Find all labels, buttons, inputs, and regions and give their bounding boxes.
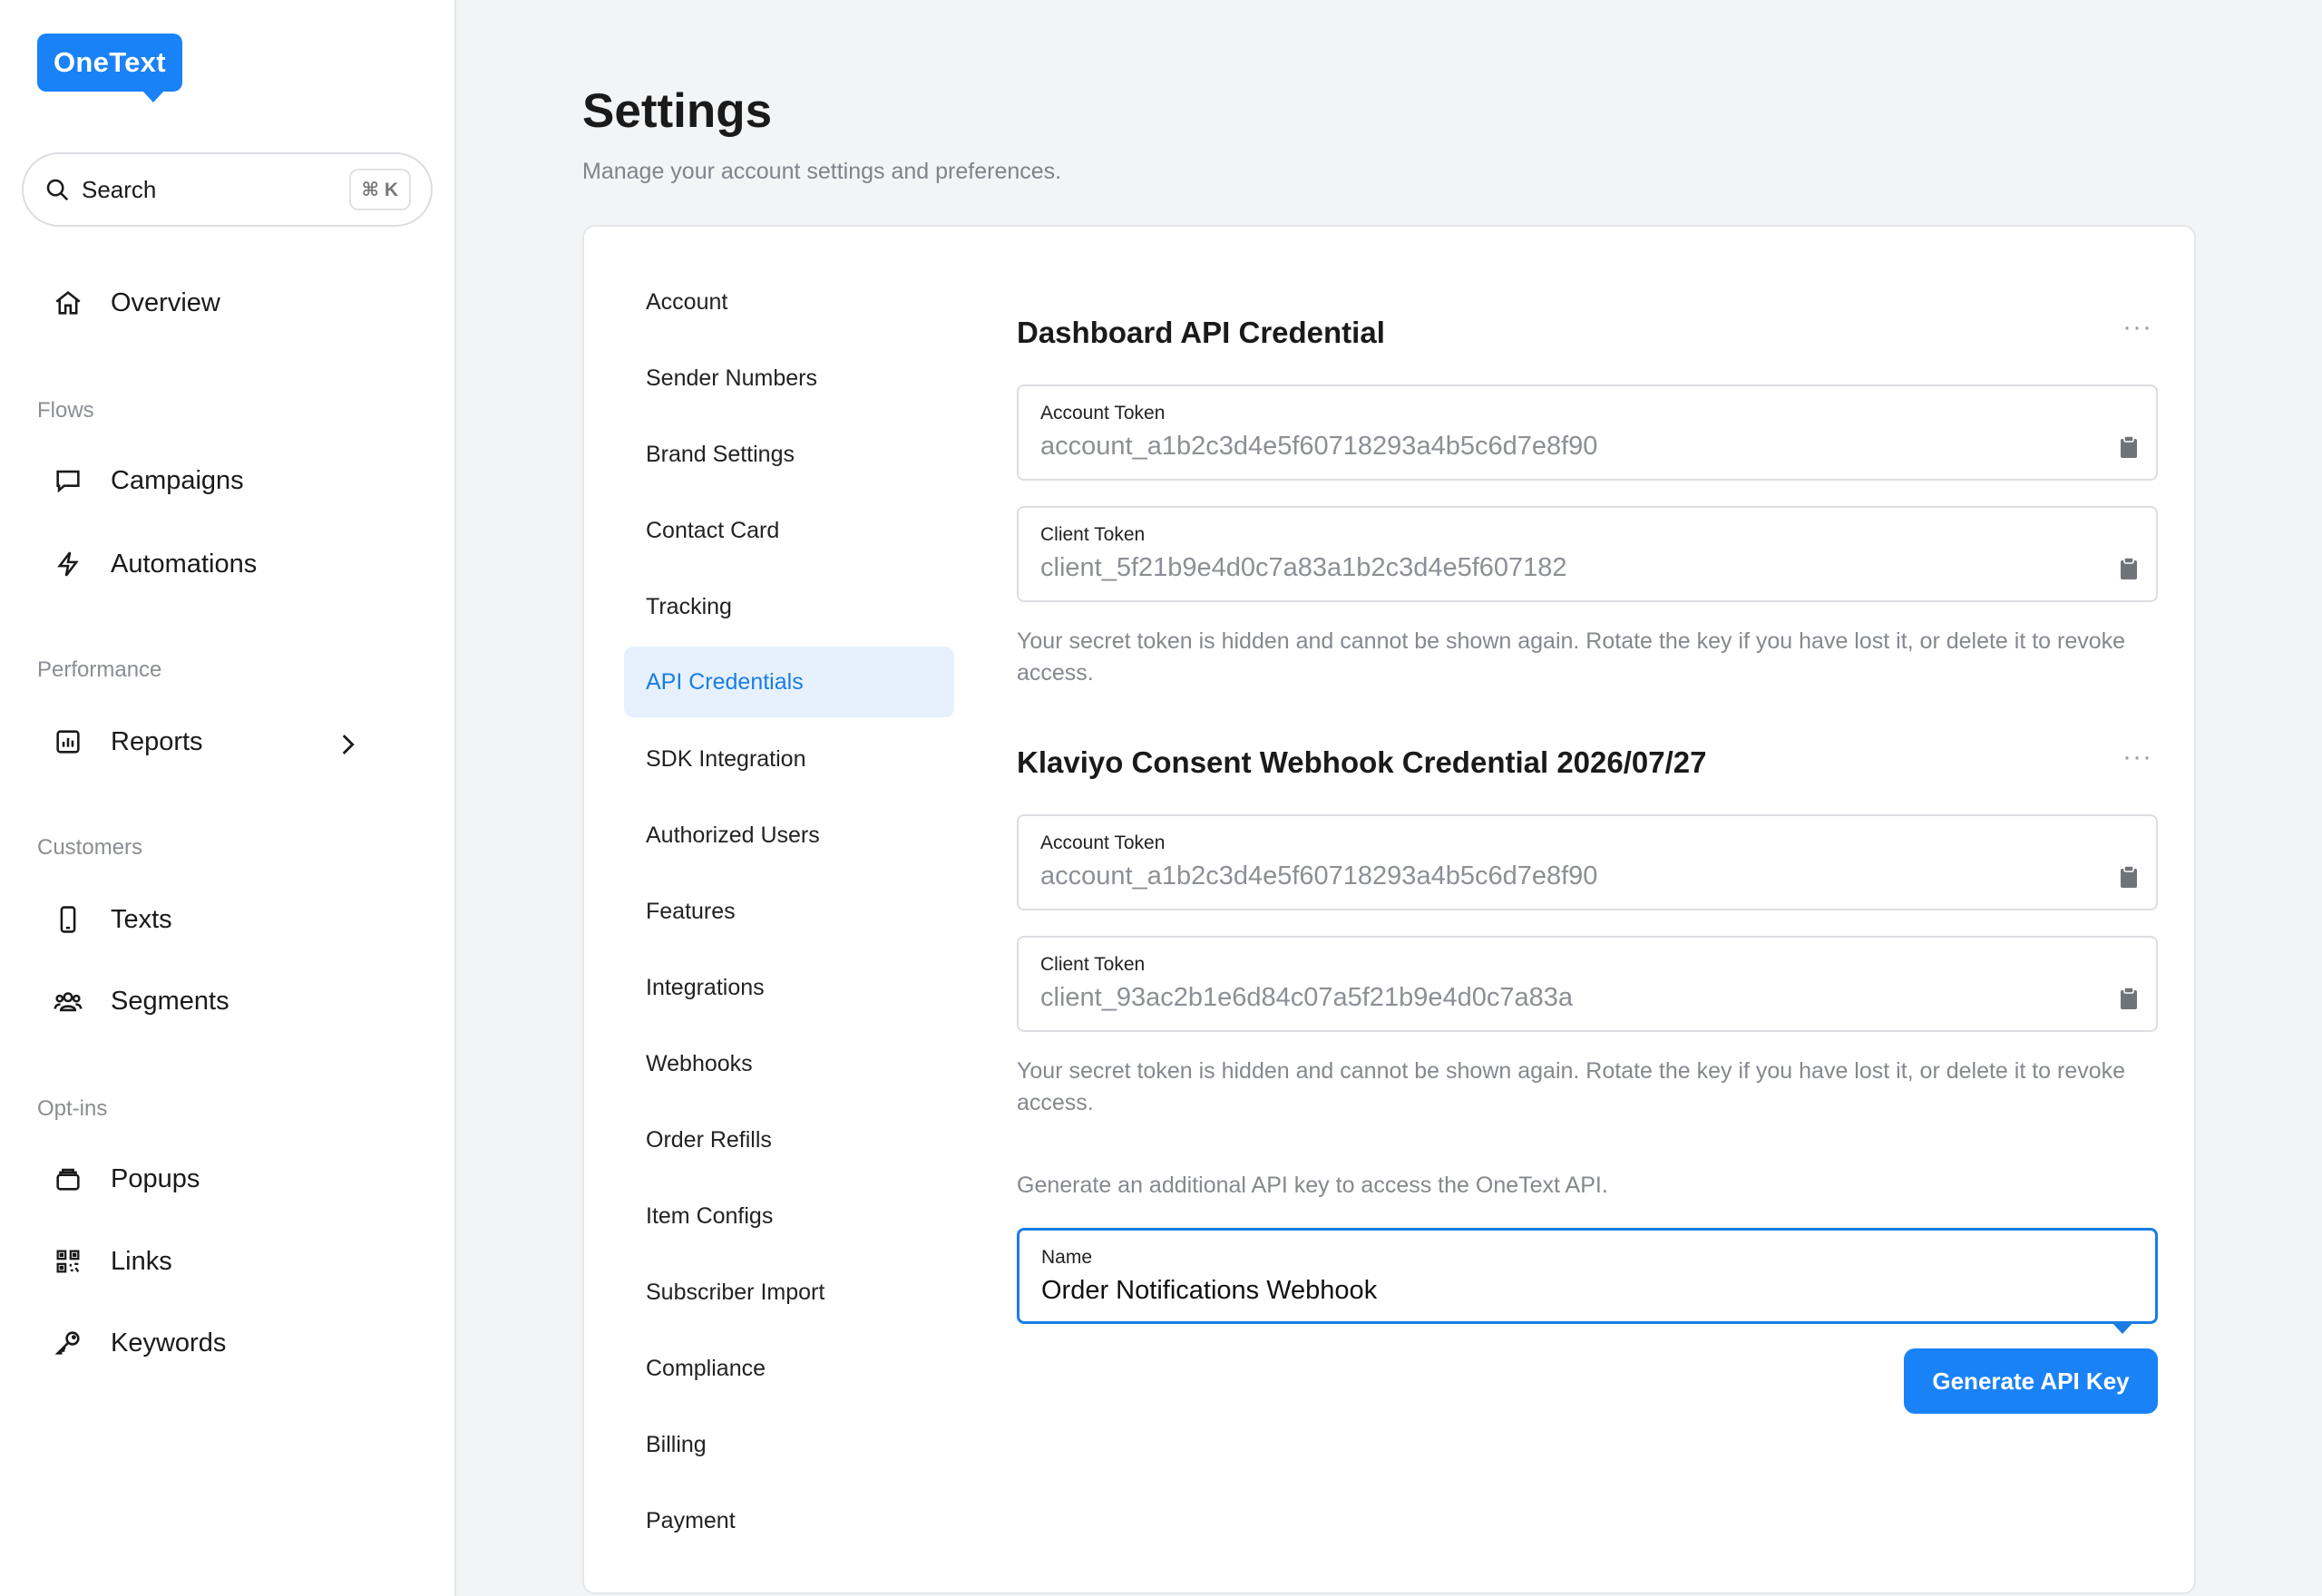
- credential-title: Klaviyo Consent Webhook Credential 2026/…: [1017, 745, 1707, 779]
- client-token-value: client_5f21b9e4d0c7a83a1b2c3d4e5f607182: [1040, 553, 1567, 582]
- users-icon: [54, 992, 83, 1012]
- sidebar-item-label: Automations: [111, 549, 258, 579]
- sidebar-item-overview[interactable]: Overview: [53, 277, 415, 328]
- sidebar-item-label: Popups: [111, 1163, 200, 1193]
- settings-nav-billing[interactable]: Billing: [624, 1409, 954, 1480]
- sidebar-item-popups[interactable]: Popups: [53, 1153, 415, 1204]
- sidebar-item-campaigns[interactable]: Campaigns: [53, 455, 415, 506]
- sidebar-item-label: Links: [111, 1246, 172, 1276]
- sidebar-item-texts[interactable]: Texts: [53, 894, 415, 945]
- settings-nav-compliance[interactable]: Compliance: [624, 1333, 954, 1404]
- field-label: Client Token: [1040, 524, 1146, 545]
- section-label-customers: Customers: [37, 835, 143, 860]
- settings-nav-contact-card[interactable]: Contact Card: [624, 495, 954, 566]
- layers-icon: [56, 1168, 80, 1191]
- settings-nav-api-credentials[interactable]: API Credentials: [624, 647, 954, 717]
- sidebar-item-label: Overview: [111, 287, 220, 317]
- onetext-logo[interactable]: OneText: [37, 34, 182, 102]
- api-key-name-input[interactable]: Name Order Notifications Webhook: [1017, 1228, 2158, 1334]
- clipboard-icon[interactable]: [2120, 435, 2138, 459]
- bar-chart-icon: [56, 730, 80, 754]
- chat-bubble-icon: [56, 470, 80, 493]
- settings-nav-authorized-users[interactable]: Authorized Users: [624, 800, 954, 871]
- settings-nav-tracking[interactable]: Tracking: [624, 571, 954, 642]
- sidebar-item-automations[interactable]: Automations: [53, 539, 415, 589]
- credential-title: Dashboard API Credential: [1017, 316, 1385, 349]
- account-token-value: account_a1b2c3d4e5f60718293a4b5c6d7e8f90: [1040, 432, 1598, 461]
- section-label-opt-ins: Opt-ins: [37, 1096, 108, 1121]
- search-input[interactable]: Search ⌘ K: [22, 152, 433, 227]
- generate-api-key-button[interactable]: Generate API Key: [1904, 1348, 2158, 1414]
- settings-nav-webhooks[interactable]: Webhooks: [624, 1028, 954, 1099]
- settings-nav-sdk-integration[interactable]: SDK Integration: [624, 724, 954, 794]
- generate-key-hint: Generate an additional API key to access…: [1017, 1173, 1608, 1198]
- account-token-field[interactable]: Account Token account_a1b2c3d4e5f6071829…: [1017, 814, 2158, 910]
- sidebar-item-label: Keywords: [111, 1328, 227, 1358]
- account-token-field[interactable]: Account Token account_a1b2c3d4e5f6071829…: [1017, 384, 2158, 481]
- field-label: Account Token: [1040, 403, 1166, 423]
- api-key-name-value: Order Notifications Webhook: [1041, 1276, 1378, 1305]
- secret-token-hint: Your secret token is hidden and cannot b…: [1017, 1058, 2126, 1115]
- settings-nav-sender-numbers[interactable]: Sender Numbers: [624, 343, 954, 414]
- section-label-flows: Flows: [37, 398, 94, 423]
- sidebar-item-reports[interactable]: Reports: [53, 716, 415, 767]
- chevron-right-icon[interactable]: [332, 729, 363, 760]
- sidebar-item-keywords[interactable]: Keywords: [53, 1318, 415, 1368]
- search-shortcut: ⌘ K: [348, 169, 411, 210]
- clipboard-icon[interactable]: [2120, 865, 2138, 889]
- account-token-value: account_a1b2c3d4e5f60718293a4b5c6d7e8f90: [1040, 861, 1598, 890]
- search-label: Search: [82, 175, 157, 203]
- sidebar-item-label: Segments: [111, 986, 229, 1016]
- settings-nav-payment[interactable]: Payment: [624, 1485, 954, 1556]
- client-token-value: client_93ac2b1e6d84c07a5f21b9e4d0c7a83a: [1040, 983, 1573, 1012]
- field-label: Name: [1041, 1247, 1093, 1268]
- client-token-field[interactable]: Client Token client_93ac2b1e6d84c07a5f21…: [1017, 936, 2158, 1032]
- settings-nav-integrations[interactable]: Integrations: [624, 952, 954, 1023]
- more-options-icon[interactable]: ···: [2122, 312, 2152, 343]
- field-label: Client Token: [1040, 954, 1146, 975]
- lightning-icon: [57, 551, 79, 577]
- page-subtitle: Manage your account settings and prefere…: [582, 159, 1062, 184]
- sidebar: OneText Search ⌘ K Overview Flows Campai…: [0, 0, 456, 1596]
- key-icon: [54, 1331, 80, 1355]
- settings-nav-subscriber-import[interactable]: Subscriber Import: [624, 1257, 954, 1328]
- settings-nav-brand-settings[interactable]: Brand Settings: [624, 419, 954, 490]
- search-icon: [46, 179, 69, 201]
- settings-nav-order-refills[interactable]: Order Refills: [624, 1105, 954, 1175]
- home-icon: [55, 291, 81, 315]
- sidebar-item-segments[interactable]: Segments: [53, 976, 415, 1027]
- secret-token-hint: Your secret token is hidden and cannot b…: [1017, 628, 2126, 686]
- phone-icon: [60, 906, 76, 933]
- field-label: Account Token: [1040, 832, 1166, 853]
- sidebar-item-label: Campaigns: [111, 465, 244, 495]
- sidebar-item-links[interactable]: Links: [53, 1236, 415, 1287]
- page-title: Settings: [582, 84, 773, 138]
- clipboard-icon[interactable]: [2120, 987, 2138, 1010]
- sidebar-item-label: Texts: [111, 904, 172, 934]
- client-token-field[interactable]: Client Token client_5f21b9e4d0c7a83a1b2c…: [1017, 506, 2158, 602]
- section-label-performance: Performance: [37, 657, 162, 682]
- sidebar-item-label: Reports: [111, 726, 203, 756]
- clipboard-icon[interactable]: [2120, 557, 2138, 580]
- more-options-icon[interactable]: ···: [2122, 742, 2152, 773]
- qr-code-icon: [56, 1250, 80, 1273]
- settings-nav-item-configs[interactable]: Item Configs: [624, 1181, 954, 1251]
- settings-nav-features[interactable]: Features: [624, 876, 954, 947]
- settings-card: Account Sender Numbers Brand Settings Co…: [582, 225, 2196, 1594]
- settings-nav-account[interactable]: Account: [624, 267, 954, 337]
